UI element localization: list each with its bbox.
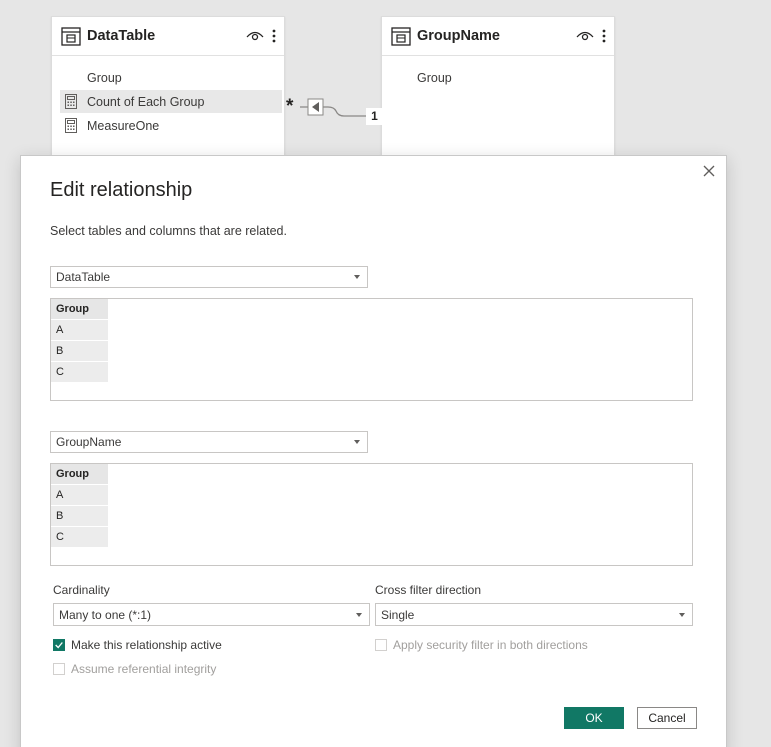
- table-icon: [61, 26, 81, 46]
- table1-cell: C: [51, 362, 108, 383]
- field-label: MeasureOne: [87, 118, 160, 133]
- security-checkbox-label: Apply security filter in both directions: [393, 638, 588, 652]
- security-checkbox: [375, 639, 387, 651]
- cancel-button[interactable]: Cancel: [637, 707, 697, 729]
- calculator-icon: [65, 94, 77, 109]
- ok-button[interactable]: OK: [564, 707, 624, 729]
- cardinality-select-value: Many to one (*:1): [59, 607, 152, 622]
- cardinality-select[interactable]: Many to one (*:1): [53, 603, 370, 626]
- table1-preview: Group A B C: [50, 298, 693, 401]
- field-measureone[interactable]: MeasureOne: [60, 114, 282, 137]
- eye-icon[interactable]: [576, 30, 594, 42]
- integrity-checkbox-label: Assume referential integrity: [71, 662, 217, 676]
- chevron-down-icon: [679, 612, 685, 617]
- calculator-icon: [65, 118, 77, 133]
- datatable-title: DataTable: [87, 28, 156, 44]
- groupname-card-header: GroupName: [382, 17, 614, 56]
- datatable-card-header: DataTable: [52, 17, 284, 56]
- one-cardinality-marker: 1: [366, 108, 383, 125]
- field-group[interactable]: Group: [390, 66, 612, 89]
- integrity-checkbox-row: Assume referential integrity: [53, 662, 216, 676]
- eye-icon[interactable]: [246, 30, 264, 42]
- table-icon: [391, 26, 411, 46]
- cardinality-label: Cardinality: [53, 583, 110, 597]
- more-options-icon[interactable]: [602, 29, 606, 43]
- dialog-subtitle: Select tables and columns that are relat…: [50, 224, 287, 238]
- cross-filter-label: Cross filter direction: [375, 583, 482, 597]
- checkmark-icon: [55, 642, 63, 649]
- table1-column-header[interactable]: Group: [51, 299, 108, 320]
- table1-select[interactable]: DataTable: [50, 266, 368, 288]
- active-checkbox-row[interactable]: Make this relationship active: [53, 638, 222, 652]
- table1-select-value: DataTable: [56, 270, 111, 284]
- table2-column-header[interactable]: Group: [51, 464, 108, 485]
- datatable-card[interactable]: DataTable Group Count of Each Group Meas…: [51, 16, 285, 162]
- chevron-down-icon: [354, 440, 360, 444]
- table2-preview: Group A B C: [50, 463, 693, 566]
- table1-cell: A: [51, 320, 108, 341]
- field-label: Group: [87, 70, 122, 85]
- active-checkbox[interactable]: [53, 639, 65, 651]
- table2-select-value: GroupName: [56, 435, 122, 449]
- integrity-checkbox: [53, 663, 65, 675]
- more-options-icon[interactable]: [272, 29, 276, 43]
- field-group[interactable]: Group: [60, 66, 282, 89]
- cross-filter-select[interactable]: Single: [375, 603, 693, 626]
- dialog-title: Edit relationship: [50, 179, 193, 201]
- table1-column[interactable]: Group A B C: [51, 299, 108, 383]
- active-checkbox-label: Make this relationship active: [71, 638, 222, 652]
- field-label: Group: [417, 70, 452, 85]
- edit-relationship-dialog: Edit relationship Select tables and colu…: [20, 155, 727, 747]
- field-count-of-each-group[interactable]: Count of Each Group: [60, 90, 282, 113]
- groupname-card[interactable]: GroupName Group: [381, 16, 615, 162]
- field-label: Count of Each Group: [87, 94, 205, 109]
- table2-cell: A: [51, 485, 108, 506]
- chevron-down-icon: [356, 612, 362, 617]
- many-cardinality-marker: *: [286, 96, 294, 117]
- close-icon[interactable]: [702, 164, 716, 178]
- cross-filter-select-value: Single: [381, 607, 415, 622]
- table2-cell: C: [51, 527, 108, 548]
- security-checkbox-row: Apply security filter in both directions: [375, 638, 588, 652]
- chevron-down-icon: [354, 275, 360, 279]
- groupname-title: GroupName: [417, 28, 500, 44]
- table2-cell: B: [51, 506, 108, 527]
- table2-column[interactable]: Group A B C: [51, 464, 108, 548]
- table1-cell: B: [51, 341, 108, 362]
- table2-select[interactable]: GroupName: [50, 431, 368, 453]
